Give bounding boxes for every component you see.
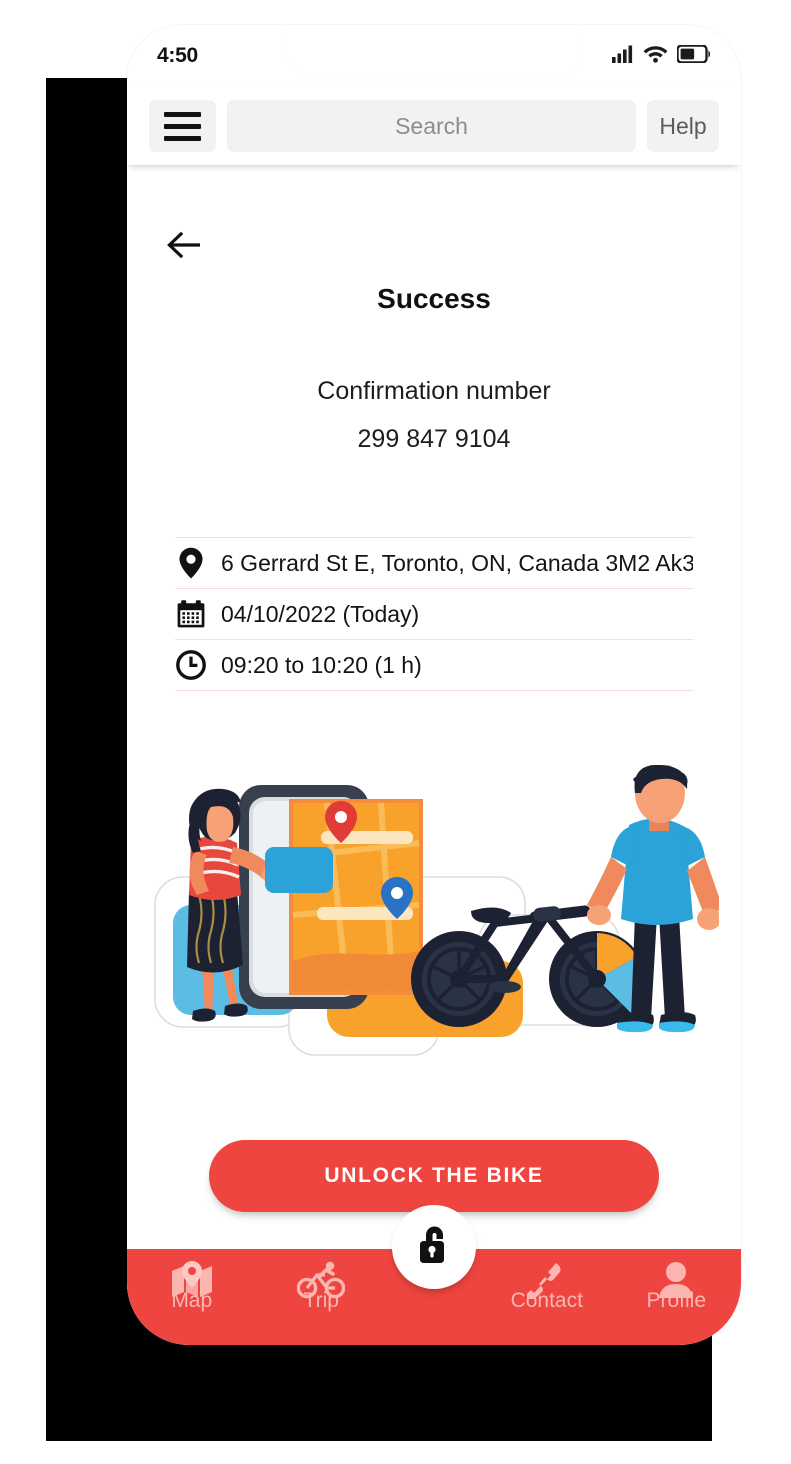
detail-row-time: 09:20 to 10:20 (1 h) <box>175 639 693 691</box>
nav-label: Map <box>171 1289 213 1312</box>
signal-icon <box>612 45 634 68</box>
back-button[interactable] <box>163 225 207 269</box>
hamburger-menu-icon[interactable] <box>149 100 216 152</box>
status-bar: 4:50 <box>127 25 741 87</box>
unlock-padlock-fab[interactable] <box>392 1205 476 1289</box>
clock-icon <box>175 650 207 680</box>
menu-bar-line <box>164 123 201 129</box>
menu-bar-line <box>164 111 201 117</box>
back-arrow-icon <box>167 230 203 265</box>
status-bar-icons <box>612 43 711 68</box>
detail-row-date: 04/10/2022 (Today) <box>175 588 693 639</box>
calendar-icon <box>175 599 207 629</box>
detail-text: 6 Gerrard St E, Toronto, ON, Canada 3M2 … <box>221 549 693 576</box>
nav-label: Profile <box>646 1289 707 1312</box>
phone-mockup: 4:50 Search Help Success Confirmation nu… <box>127 25 741 1345</box>
detail-text: 09:20 to 10:20 (1 h) <box>221 651 422 678</box>
nav-item-profile[interactable]: Profile <box>612 1249 742 1345</box>
app-bar: Search Help <box>127 87 741 165</box>
help-button[interactable]: Help <box>647 100 719 152</box>
detail-row-location: 6 Gerrard St E, Toronto, ON, Canada 3M2 … <box>175 537 693 588</box>
help-button-label: Help <box>659 112 707 139</box>
nav-item-trip[interactable]: Trip <box>257 1249 387 1345</box>
screen-content: Success Confirmation number 299 847 9104… <box>127 165 741 1345</box>
confirmation-number-value: 299 847 9104 <box>357 425 511 453</box>
nav-item-contact[interactable]: Contact <box>482 1249 612 1345</box>
menu-bar-line <box>164 135 201 141</box>
search-input[interactable]: Search <box>227 100 636 152</box>
nav-label: Trip <box>303 1289 339 1312</box>
search-placeholder-text: Search <box>395 112 468 139</box>
confirmation-number-label: Confirmation number <box>317 377 551 405</box>
unlock-the-bike-button[interactable]: UNLOCK THE BIKE <box>209 1140 659 1212</box>
unlock-button-label: UNLOCK THE BIKE <box>324 1164 544 1187</box>
nav-label: Contact <box>510 1289 583 1312</box>
status-bar-time: 4:50 <box>157 44 198 67</box>
location-pin-icon <box>175 547 207 579</box>
nav-item-map[interactable]: Map <box>127 1249 257 1345</box>
wifi-icon <box>643 44 668 68</box>
booking-details-list: 6 Gerrard St E, Toronto, ON, Canada 3M2 … <box>175 537 693 691</box>
detail-text: 04/10/2022 (Today) <box>221 600 420 627</box>
bike-rental-map-illustration <box>149 763 723 1065</box>
page-title: Success <box>377 283 491 314</box>
unlock-padlock-icon <box>414 1222 454 1273</box>
battery-icon <box>676 43 711 68</box>
